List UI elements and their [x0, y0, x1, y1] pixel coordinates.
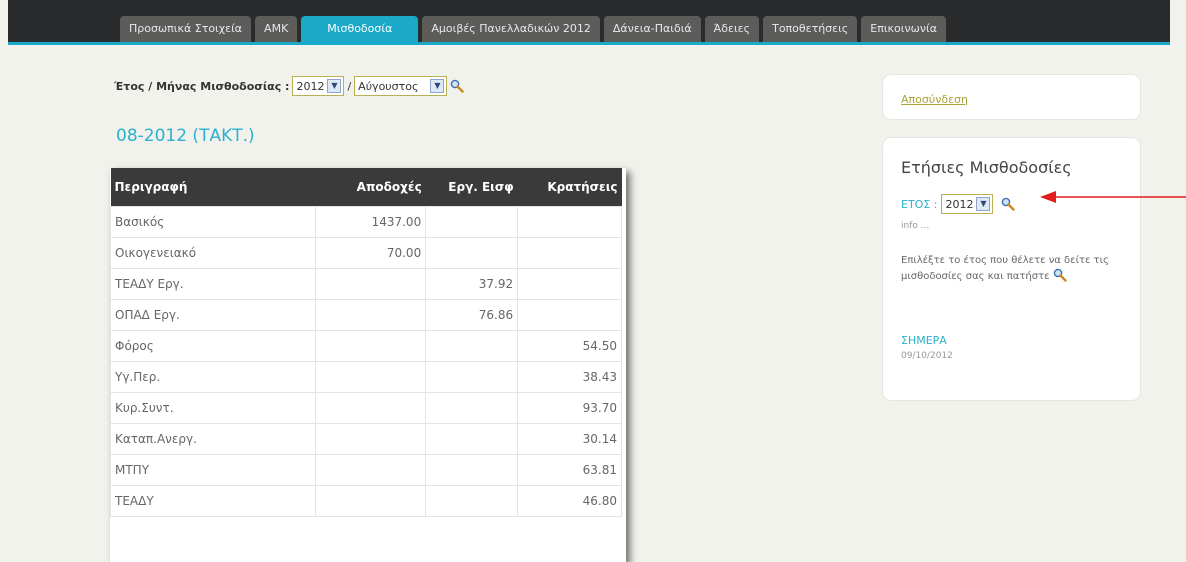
period-selector: Έτος / Μήνας Μισθοδοσίας : 2012 ▼ / Αύγο… — [114, 76, 465, 96]
cell-earnings — [315, 423, 427, 455]
cell-deductions — [517, 299, 622, 331]
magnifier-icon[interactable] — [450, 79, 465, 93]
annual-year-select[interactable]: 2012 ▼ — [941, 194, 994, 214]
cell-employer-contrib — [425, 237, 519, 269]
annual-help-text: Επιλέξτε το έτος που θέλετε να δείτε τις… — [901, 253, 1127, 284]
cell-description: Υγ.Περ. — [110, 361, 317, 393]
cell-employer-contrib — [425, 392, 519, 424]
cell-earnings: 70.00 — [315, 237, 427, 269]
cell-employer-contrib: 37.92 — [425, 268, 519, 300]
top-navigation-bar: Προσωπικά Στοιχεία ΑΜΚ Μισθοδοσία Αμοιβέ… — [8, 0, 1170, 45]
cell-deductions: 38.43 — [517, 361, 622, 393]
cell-employer-contrib — [425, 330, 519, 362]
cell-description: Καταπ.Ανεργ. — [110, 423, 317, 455]
table-row: Οικογενειακό 70.00 — [110, 237, 622, 269]
header-deductions: Κρατήσεις — [517, 168, 622, 207]
period-separator: / — [347, 79, 352, 93]
month-select[interactable]: Αύγουστος ▼ — [354, 76, 448, 96]
cell-earnings — [315, 361, 427, 393]
cell-earnings — [315, 485, 427, 517]
year-select[interactable]: 2012 ▼ — [292, 76, 345, 96]
table-row: Κυρ.Συντ. 93.70 — [110, 392, 622, 424]
cell-employer-contrib — [425, 361, 519, 393]
chevron-down-icon[interactable]: ▼ — [430, 79, 445, 93]
payroll-period-title: 08-2012 (ΤΑΚΤ.) — [116, 126, 255, 146]
annotation-arrow-icon — [1040, 191, 1186, 203]
cell-earnings — [315, 454, 427, 486]
cell-employer-contrib — [425, 485, 519, 517]
cell-earnings — [315, 268, 427, 300]
table-row: Φόρος 54.50 — [110, 330, 622, 362]
annual-payroll-title: Ετήσιες Μισθοδοσίες — [901, 158, 1072, 177]
cell-description: ΜΤΠΥ — [110, 454, 317, 486]
nav-tabs: Προσωπικά Στοιχεία ΑΜΚ Μισθοδοσία Αμοιβέ… — [120, 16, 946, 45]
table-row: ΤΕΑΔΥ 46.80 — [110, 485, 622, 517]
header-earnings: Αποδοχές — [315, 168, 426, 207]
logout-panel: Αποσύνδεση — [882, 74, 1141, 120]
cell-employer-contrib — [425, 206, 519, 238]
header-employer-contrib: Εργ. Εισφ — [425, 168, 518, 207]
logout-link[interactable]: Αποσύνδεση — [901, 93, 968, 106]
cell-earnings — [315, 330, 427, 362]
info-link[interactable]: info ... — [901, 221, 929, 231]
nav-accent-line — [8, 42, 1170, 45]
today-label: ΣΗΜΕΡΑ — [901, 334, 947, 347]
annual-year-label: ΕΤΟΣ : — [901, 197, 938, 211]
magnifier-icon — [1053, 268, 1067, 282]
annual-help-text-content: Επιλέξτε το έτος που θέλετε να δείτε τις… — [901, 255, 1109, 282]
magnifier-icon[interactable] — [1001, 197, 1016, 211]
payroll-table: Περιγραφή Αποδοχές Εργ. Εισφ Κρατήσεις Β… — [110, 168, 622, 517]
chevron-down-icon[interactable]: ▼ — [327, 79, 342, 93]
cell-deductions: 30.14 — [517, 423, 622, 455]
table-row: Καταπ.Ανεργ. 30.14 — [110, 423, 622, 455]
tab-exam-fees-2012[interactable]: Αμοιβές Πανελλαδικών 2012 — [422, 16, 600, 42]
cell-deductions — [517, 206, 622, 238]
cell-deductions — [517, 237, 622, 269]
annual-payroll-panel: Ετήσιες Μισθοδοσίες ΕΤΟΣ : 2012 ▼ info .… — [882, 137, 1141, 401]
cell-description: Κυρ.Συντ. — [110, 392, 317, 424]
header-description: Περιγραφή — [110, 168, 316, 207]
period-label: Έτος / Μήνας Μισθοδοσίας : — [114, 79, 290, 93]
cell-employer-contrib: 76.86 — [425, 299, 519, 331]
cell-description: Οικογενειακό — [110, 237, 317, 269]
tab-leaves[interactable]: Άδειες — [704, 16, 760, 42]
table-row: Βασικός 1437.00 — [110, 206, 622, 238]
cell-deductions — [517, 268, 622, 300]
month-select-value: Αύγουστος — [358, 79, 419, 93]
today-date: 09/10/2012 — [901, 351, 953, 361]
cell-description: Φόρος — [110, 330, 317, 362]
tab-amk[interactable]: ΑΜΚ — [255, 16, 298, 42]
table-row: ΜΤΠΥ 63.81 — [110, 454, 622, 486]
cell-earnings — [315, 299, 427, 331]
cell-description: ΟΠΑΔ Εργ. — [110, 299, 317, 331]
year-select-value: 2012 — [296, 79, 325, 93]
table-header-row: Περιγραφή Αποδοχές Εργ. Εισφ Κρατήσεις — [110, 168, 622, 207]
cell-deductions: 93.70 — [517, 392, 622, 424]
tab-payroll[interactable]: Μισθοδοσία — [301, 16, 419, 45]
tab-contact[interactable]: Επικοινωνία — [861, 16, 946, 42]
tab-loans-children[interactable]: Δάνεια-Παιδιά — [603, 16, 701, 42]
cell-deductions: 63.81 — [517, 454, 622, 486]
table-row: Υγ.Περ. 38.43 — [110, 361, 622, 393]
table-row: ΤΕΑΔΥ Εργ. 37.92 — [110, 268, 622, 300]
cell-earnings — [315, 392, 427, 424]
annual-year-row: ΕΤΟΣ : 2012 ▼ — [901, 194, 1016, 214]
tab-placements[interactable]: Τοποθετήσεις — [763, 16, 858, 42]
cell-earnings: 1437.00 — [315, 206, 427, 238]
cell-description: ΤΕΑΔΥ Εργ. — [110, 268, 317, 300]
cell-employer-contrib — [425, 454, 519, 486]
cell-employer-contrib — [425, 423, 519, 455]
tab-personal-info[interactable]: Προσωπικά Στοιχεία — [120, 16, 252, 42]
table-row: ΟΠΑΔ Εργ. 76.86 — [110, 299, 622, 331]
annual-year-select-value: 2012 — [945, 197, 974, 211]
cell-description: Βασικός — [110, 206, 317, 238]
cell-deductions: 46.80 — [517, 485, 622, 517]
cell-description: ΤΕΑΔΥ — [110, 485, 317, 517]
cell-deductions: 54.50 — [517, 330, 622, 362]
chevron-down-icon[interactable]: ▼ — [976, 197, 991, 211]
payroll-table-container: Περιγραφή Αποδοχές Εργ. Εισφ Κρατήσεις Β… — [110, 168, 626, 562]
